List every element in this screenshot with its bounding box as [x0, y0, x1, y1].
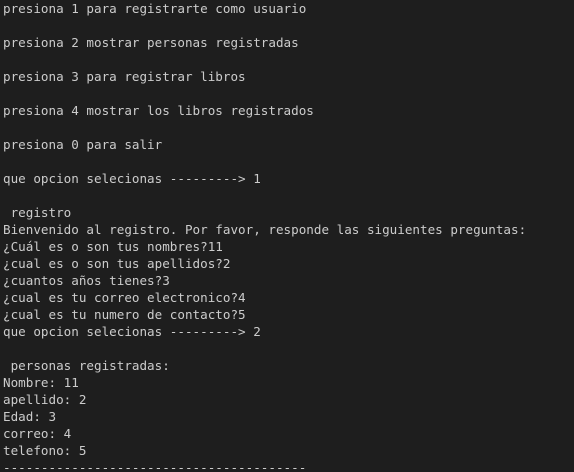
separator-line: ----------------------------------------: [3, 460, 307, 472]
option-prompt-2: que opcion selecionas ---------> 2: [3, 324, 261, 339]
question-contacto: ¿cual es tu numero de contacto?5: [3, 307, 246, 322]
question-apellidos: ¿cual es o son tus apellidos?2: [3, 256, 231, 271]
output-apellido: apellido: 2: [3, 392, 87, 407]
menu-option-2: presiona 2 mostrar personas registradas: [3, 35, 299, 50]
personas-heading: personas registradas:: [3, 358, 170, 373]
menu-option-4: presiona 4 mostrar los libros registrado…: [3, 103, 314, 118]
registro-heading: registro: [3, 205, 72, 220]
option-prompt-1: que opcion selecionas ---------> 1: [3, 171, 261, 186]
output-nombre: Nombre: 11: [3, 375, 79, 390]
question-edad: ¿cuantos años tienes?3: [3, 273, 170, 288]
question-nombres: ¿Cuál es o son tus nombres?11: [3, 239, 223, 254]
output-correo: correo: 4: [3, 426, 72, 441]
welcome-message: Bienvenido al registro. Por favor, respo…: [3, 222, 527, 237]
menu-option-0: presiona 0 para salir: [3, 137, 163, 152]
question-correo: ¿cual es tu correo electronico?4: [3, 290, 246, 305]
output-telefono: telefono: 5: [3, 443, 87, 458]
terminal-output: presiona 1 para registrarte como usuario…: [0, 0, 574, 472]
output-edad: Edad: 3: [3, 409, 57, 424]
menu-option-1: presiona 1 para registrarte como usuario: [3, 1, 307, 16]
menu-option-3: presiona 3 para registrar libros: [3, 69, 246, 84]
